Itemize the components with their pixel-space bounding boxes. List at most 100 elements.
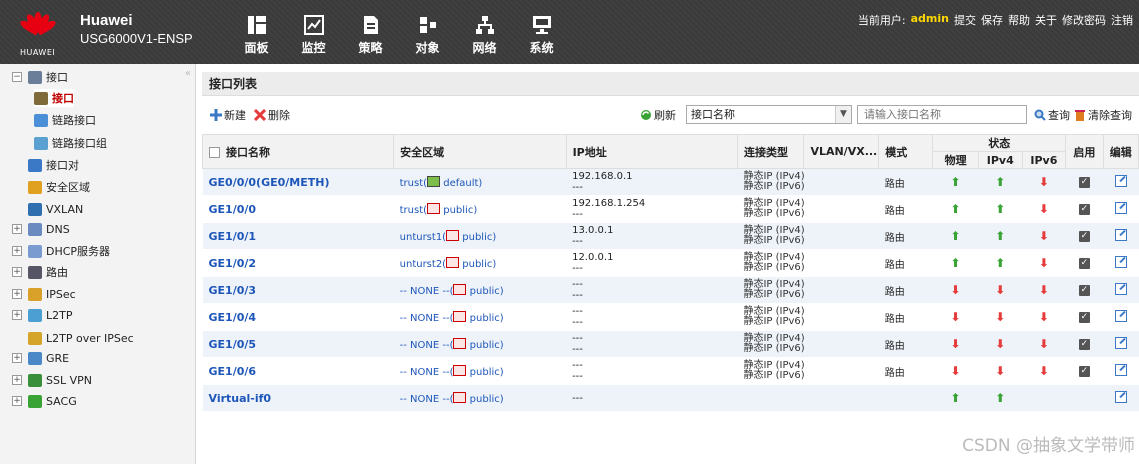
- edit-icon[interactable]: [1114, 390, 1127, 403]
- filter-field-select[interactable]: 接口名称 ▼: [686, 105, 852, 124]
- enabled-checkbox[interactable]: ✓: [1078, 339, 1090, 350]
- interface-name-link[interactable]: GE1/0/2: [209, 257, 257, 270]
- interface-name-link[interactable]: GE1/0/5: [209, 338, 257, 351]
- sidebar-item-9[interactable]: + 路由: [12, 263, 68, 281]
- search-input[interactable]: [857, 105, 1027, 124]
- sidebar-item-8[interactable]: + DHCP服务器: [12, 242, 110, 260]
- help-link[interactable]: 帮助: [1008, 12, 1030, 28]
- expand-icon[interactable]: +: [12, 289, 22, 299]
- submit-link[interactable]: 提交: [954, 12, 976, 28]
- sidebar-item-15[interactable]: + SACG: [12, 392, 77, 410]
- col-zone-header[interactable]: 安全区域: [393, 134, 567, 169]
- sidebar-item-14[interactable]: + SSL VPN: [12, 371, 92, 389]
- sidebar-item-1[interactable]: 接口: [34, 89, 74, 107]
- zone-link[interactable]: unturst2( public): [400, 256, 496, 270]
- sidebar-item-0[interactable]: − 接口: [12, 68, 68, 86]
- edit-icon[interactable]: [1114, 174, 1127, 187]
- interface-name-link[interactable]: Virtual-if0: [209, 392, 272, 405]
- enabled-checkbox[interactable]: ✓: [1078, 231, 1090, 242]
- new-button[interactable]: 新建: [210, 107, 246, 123]
- enabled-checkbox[interactable]: ✓: [1078, 366, 1090, 377]
- interface-name-link[interactable]: GE1/0/1: [209, 230, 257, 243]
- enabled-checkbox[interactable]: ✓: [1078, 312, 1090, 323]
- interface-name-cell: GE0/0/0(GE0/METH): [202, 168, 394, 196]
- expand-icon[interactable]: +: [12, 246, 22, 256]
- nav-policy[interactable]: 策略: [342, 14, 399, 64]
- table-row[interactable]: GE1/0/0 trust( public) 192.168.1.254 --- 静态I…: [202, 195, 1139, 223]
- table-row[interactable]: GE1/0/3 -- NONE --( public) --- --- 静态IP (IP…: [202, 276, 1139, 304]
- interface-name-link[interactable]: GE1/0/6: [209, 365, 257, 378]
- sidebar-item-6[interactable]: VXLAN: [12, 200, 83, 218]
- refresh-button[interactable]: 刷新: [640, 107, 676, 123]
- conn-type-v6: 静态IP (IPv6): [743, 181, 804, 192]
- edit-icon[interactable]: [1114, 309, 1127, 322]
- nav-dashboard[interactable]: 面板: [228, 14, 285, 64]
- expand-icon[interactable]: +: [12, 310, 22, 320]
- col-conn-header[interactable]: 连接类型: [736, 134, 805, 169]
- sidebar-item-4[interactable]: 接口对: [12, 156, 79, 174]
- sidebar-item-7[interactable]: + DNS: [12, 220, 70, 238]
- table-row[interactable]: Virtual-if0 -- NONE --( public) --- ⬆ ⬆: [202, 384, 1139, 412]
- sidebar-item-3[interactable]: 链路接口组: [34, 134, 107, 152]
- interface-name-link[interactable]: GE1/0/3: [209, 284, 257, 297]
- expand-icon[interactable]: +: [12, 267, 22, 277]
- enabled-checkbox[interactable]: ✓: [1078, 258, 1090, 269]
- interface-name-link[interactable]: GE0/0/0(GE0/METH): [209, 176, 330, 189]
- zone-link[interactable]: -- NONE --( public): [400, 391, 504, 405]
- collapse-icon[interactable]: −: [12, 72, 22, 82]
- about-link[interactable]: 关于: [1035, 12, 1057, 28]
- table-row[interactable]: GE1/0/1 unturst1( public) 13.0.0.1 --- 静态IP …: [202, 222, 1139, 250]
- table-row[interactable]: GE1/0/2 unturst2( public) 12.0.0.1 --- 静态IP …: [202, 249, 1139, 277]
- expand-icon[interactable]: +: [12, 353, 22, 363]
- select-all-checkbox[interactable]: [209, 146, 220, 158]
- zone-link[interactable]: trust( public): [400, 202, 477, 216]
- table-row[interactable]: GE1/0/6 -- NONE --( public) --- --- 静态IP (IP…: [202, 357, 1139, 385]
- edit-icon[interactable]: [1114, 228, 1127, 241]
- table-row[interactable]: GE1/0/4 -- NONE --( public) --- --- 静态IP (IP…: [202, 303, 1139, 331]
- zone-link[interactable]: -- NONE --( public): [400, 283, 504, 297]
- clear-query-button[interactable]: 清除查询: [1074, 107, 1132, 123]
- sidebar-item-5[interactable]: 安全区域: [12, 178, 90, 196]
- save-link[interactable]: 保存: [981, 12, 1003, 28]
- sidebar-item-2[interactable]: 链路接口: [34, 111, 96, 129]
- expand-icon[interactable]: +: [12, 375, 22, 385]
- nav-monitor[interactable]: 监控: [285, 14, 342, 64]
- table-row[interactable]: GE0/0/0(GE0/METH) trust( default) 192.168.…: [202, 168, 1139, 196]
- edit-icon[interactable]: [1114, 201, 1127, 214]
- logout-link[interactable]: 注销: [1111, 12, 1133, 28]
- edit-icon[interactable]: [1114, 282, 1127, 295]
- zone-link[interactable]: unturst1( public): [400, 229, 496, 243]
- collapse-sidebar-icon[interactable]: «: [185, 68, 191, 79]
- expand-icon[interactable]: +: [12, 396, 22, 406]
- edit-icon[interactable]: [1114, 255, 1127, 268]
- table-row[interactable]: GE1/0/5 -- NONE --( public) --- --- 静态IP (IP…: [202, 330, 1139, 358]
- arrow-down-icon: ⬇: [1038, 310, 1049, 324]
- edit-icon[interactable]: [1114, 363, 1127, 376]
- zone-link[interactable]: -- NONE --( public): [400, 310, 504, 324]
- enabled-checkbox[interactable]: ✓: [1078, 285, 1090, 296]
- enabled-checkbox[interactable]: ✓: [1078, 177, 1090, 188]
- sidebar-item-10[interactable]: + IPSec: [12, 285, 76, 303]
- nav-network[interactable]: 网络: [456, 14, 513, 64]
- zone-link[interactable]: -- NONE --( public): [400, 364, 504, 378]
- nav-object[interactable]: 对象: [399, 14, 456, 64]
- edit-icon[interactable]: [1114, 336, 1127, 349]
- query-button[interactable]: 查询: [1034, 107, 1070, 123]
- sidebar-item-12[interactable]: L2TP over IPSec: [12, 329, 134, 347]
- col-ip-header[interactable]: IP地址: [565, 134, 738, 169]
- sidebar-item-13[interactable]: + GRE: [12, 349, 69, 367]
- enabled-checkbox[interactable]: ✓: [1078, 204, 1090, 215]
- sidebar-item-11[interactable]: + L2TP: [12, 306, 72, 324]
- interface-name-link[interactable]: GE1/0/4: [209, 311, 257, 324]
- zone-link[interactable]: trust( default): [400, 175, 482, 189]
- change-password-link[interactable]: 修改密码: [1062, 12, 1106, 28]
- col-vlan-header[interactable]: VLAN/VX...: [803, 134, 880, 169]
- expand-icon[interactable]: +: [12, 224, 22, 234]
- nav-system[interactable]: 系统: [513, 14, 570, 64]
- col-name-header[interactable]: 接口名称: [201, 134, 395, 169]
- col-mode-header[interactable]: 模式: [878, 134, 934, 169]
- enable-cell: ✓: [1065, 195, 1104, 223]
- zone-link[interactable]: -- NONE --( public): [400, 337, 504, 351]
- interface-name-link[interactable]: GE1/0/0: [209, 203, 257, 216]
- delete-button[interactable]: 删除: [254, 107, 290, 123]
